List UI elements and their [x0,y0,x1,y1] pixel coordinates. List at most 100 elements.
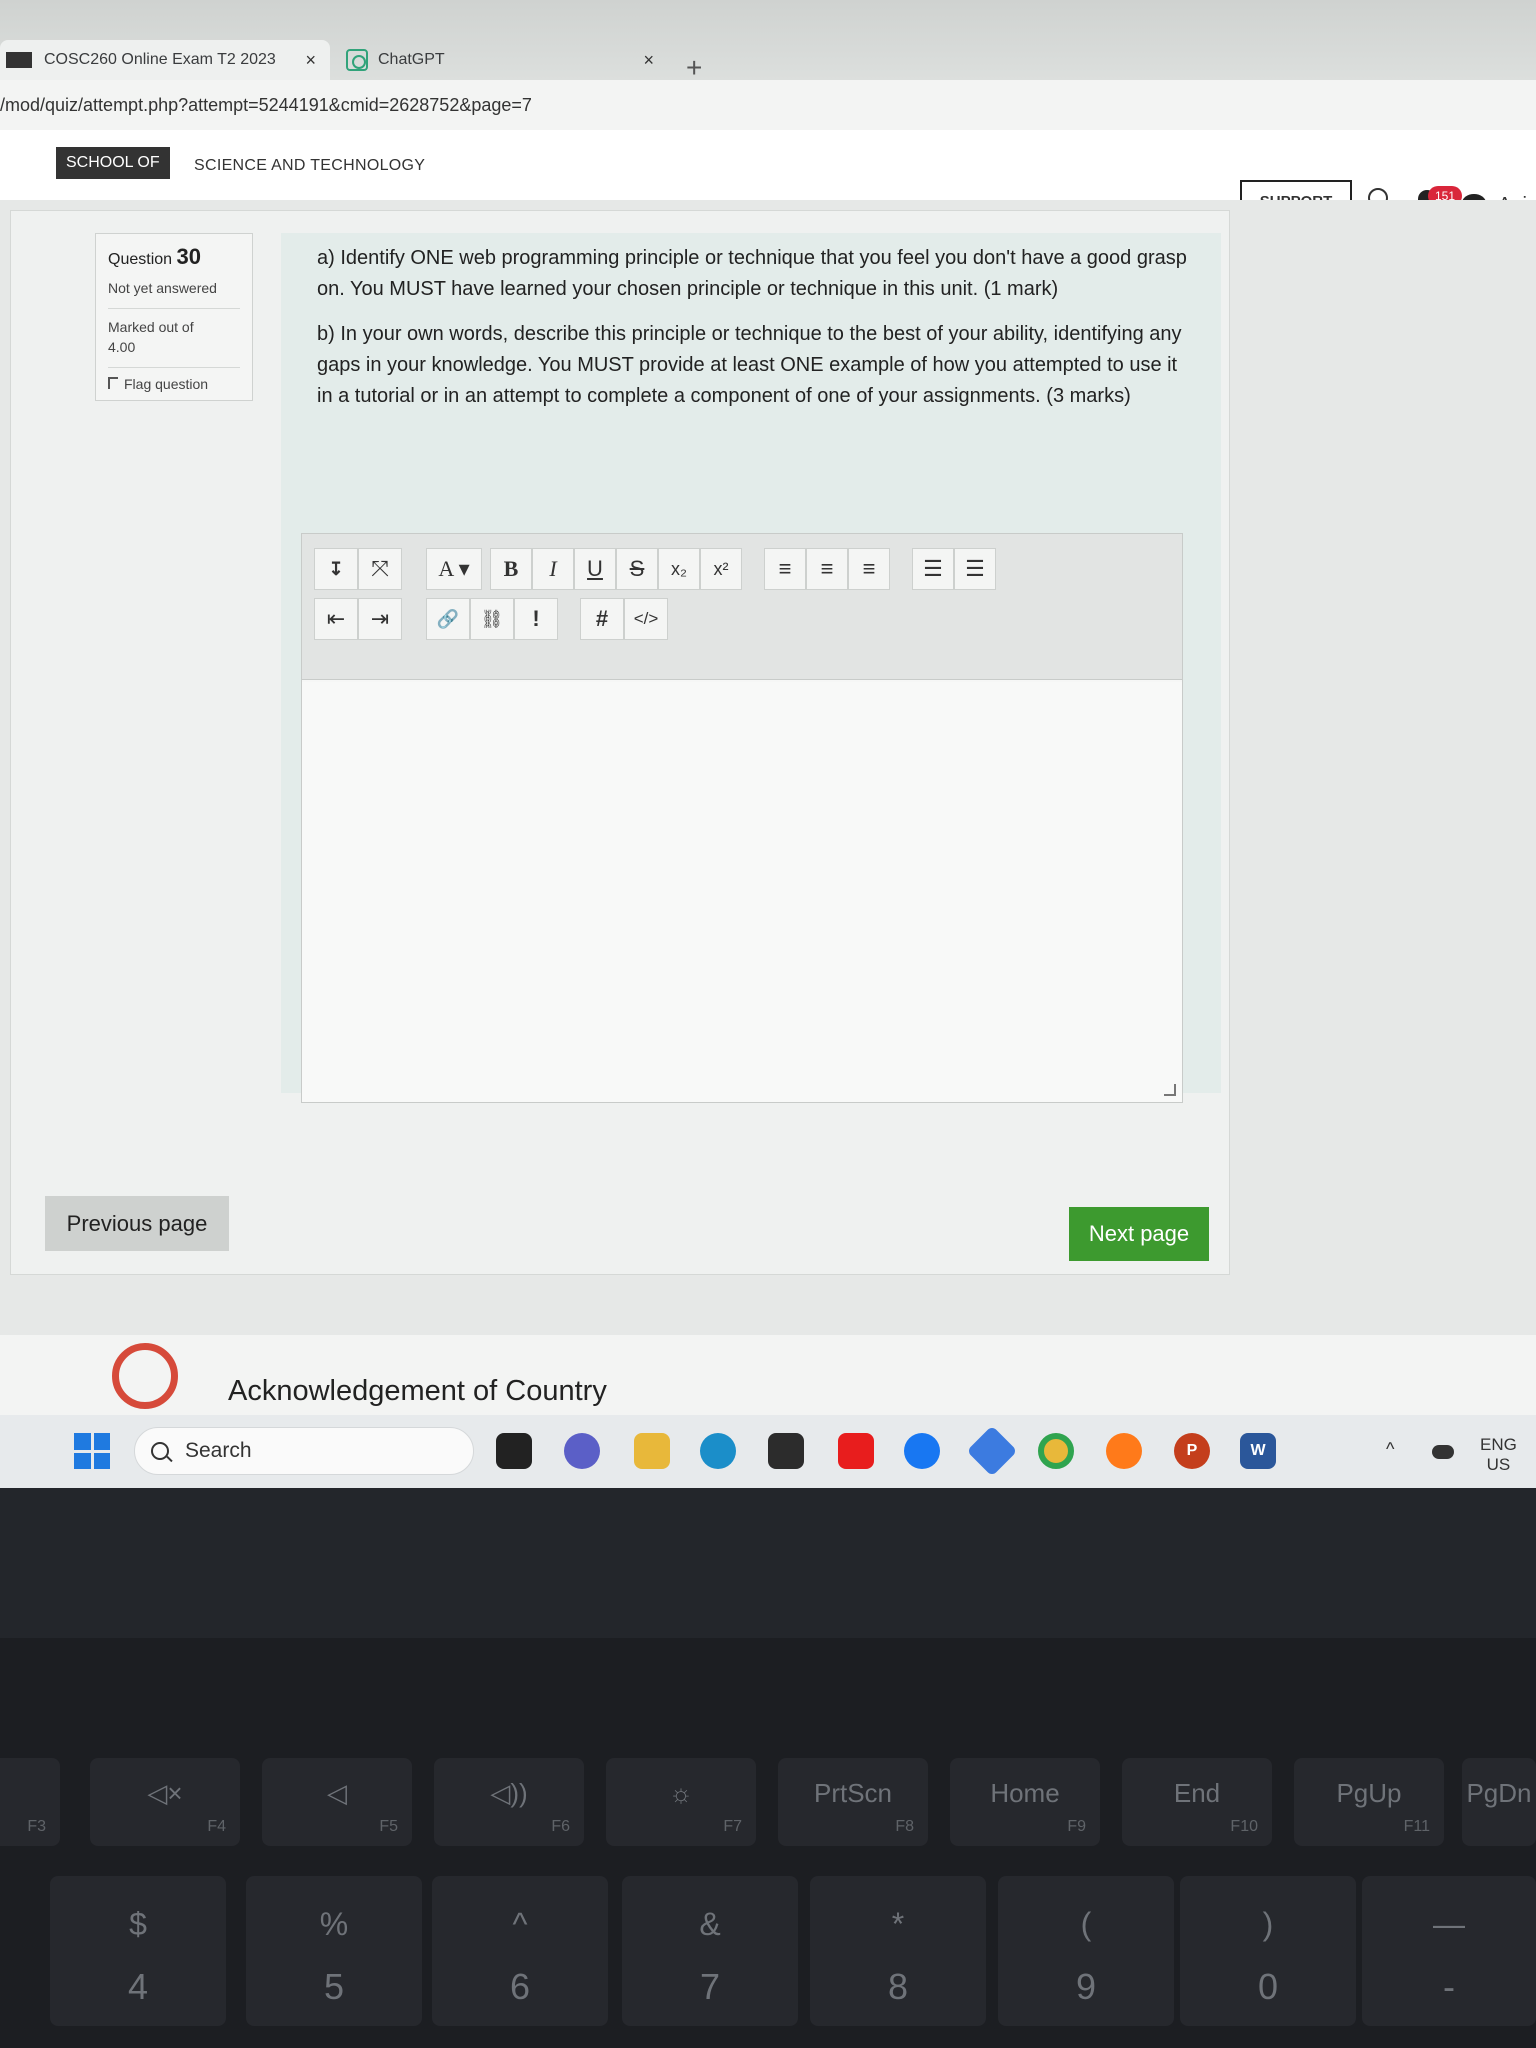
special-character-button[interactable]: ! [514,598,558,640]
align-left-button[interactable]: ≡ [764,548,806,590]
facebook-icon[interactable] [904,1433,940,1469]
indent-button[interactable]: ⇥ [358,598,402,640]
key-top: % [319,1906,349,1942]
url-text[interactable]: /mod/quiz/attempt.php?attempt=5244191&cm… [0,95,532,116]
question-label: Question [108,251,173,268]
chatgpt-favicon-icon [346,49,368,71]
edge-browser-icon[interactable] [700,1433,736,1469]
tab-chatgpt[interactable]: ChatGPT × [338,40,668,80]
key-top: * [891,1906,905,1942]
key-main: End [1173,1778,1221,1808]
photo-root: COSC260 Online Exam T2 2023 × ChatGPT × … [0,0,1536,2048]
chrome-icon[interactable] [1038,1433,1074,1469]
bold-button[interactable]: B [490,548,532,590]
school-badge[interactable]: SCHOOL OF [56,147,170,179]
italic-button[interactable]: I [532,548,574,590]
key-sub: F3 [27,1818,46,1835]
laptop-keyboard: F3 ◁× F4 ◁ F5 ◁)) F6 ☼ F7 PrtScn F8 Home F9 En… [0,1638,1536,2048]
firefox-icon[interactable] [1106,1433,1142,1469]
key-main: 9 [1075,1966,1097,2007]
outdent-button[interactable]: ⇤ [314,598,358,640]
key-5: % 5 [246,1876,422,2026]
windows-taskbar: Search P W ^ ENG US [0,1415,1536,1488]
key-main: PgDn [1466,1778,1532,1808]
site-favicon-icon [6,52,32,68]
key-sub: F9 [1067,1818,1086,1835]
align-right-button[interactable]: ≡ [848,548,890,590]
taskbar-search[interactable]: Search [134,1427,474,1475]
word-icon[interactable]: W [1240,1433,1276,1469]
html-source-button[interactable]: </> [624,598,668,640]
language-indicator[interactable]: ENG US [1480,1435,1517,1475]
question-content: a) Identify ONE web programming principl… [281,233,1221,1103]
tab-exam-label: COSC260 Online Exam T2 2023 [44,51,276,68]
flag-icon [108,377,118,389]
unordered-list-button[interactable]: ☰ [912,548,954,590]
question-state: Not yet answered [108,280,217,296]
key-f8: PrtScn F8 [778,1758,928,1846]
key-main: PgUp [1336,1778,1402,1808]
key-top: — [1433,1906,1465,1942]
flag-question-button[interactable]: Flag question [108,367,240,392]
link-button[interactable]: 🔗 [426,598,470,640]
tab-exam[interactable]: COSC260 Online Exam T2 2023 × [0,40,330,80]
language-code: ENG [1480,1435,1517,1454]
address-bar[interactable]: /mod/quiz/attempt.php?attempt=5244191&cm… [0,80,1536,130]
file-explorer-icon[interactable] [634,1433,670,1469]
resize-handle-icon[interactable] [1164,1084,1176,1096]
key-sub: F8 [895,1818,914,1835]
question-text: a) Identify ONE web programming principl… [317,243,1187,426]
key-f9: Home F9 [950,1758,1100,1846]
key-f10: End F10 [1122,1758,1272,1846]
collapse-toolbar-button[interactable]: ↧ [314,548,358,590]
ordered-list-button[interactable]: ☰ [954,548,996,590]
font-size-button[interactable]: A ▾ [426,548,482,590]
close-tab-icon[interactable]: × [643,50,654,71]
subscript-button[interactable]: x₂ [658,548,700,590]
task-view-icon[interactable] [496,1433,532,1469]
copilot-icon[interactable] [966,1425,1018,1477]
previous-page-button[interactable]: Previous page [45,1196,229,1251]
key-main: ◁)) [490,1778,528,1808]
next-page-button[interactable]: Next page [1069,1207,1209,1261]
taskbar-search-placeholder: Search [185,1439,252,1462]
start-button[interactable] [74,1433,110,1469]
question-number: Question 30 [108,244,240,270]
powerpoint-icon[interactable]: P [1174,1433,1210,1469]
key-main: 0 [1257,1966,1279,2007]
acknowledgement-heading[interactable]: Acknowledgement of Country [228,1375,607,1408]
youtube-icon[interactable] [838,1433,874,1469]
key-sub: F4 [207,1818,226,1835]
onedrive-cloud-icon[interactable] [1432,1445,1454,1459]
store-icon[interactable] [768,1433,804,1469]
underline-button[interactable]: U [574,548,616,590]
align-center-button[interactable]: ≡ [806,548,848,590]
system-tray-chevron-icon[interactable]: ^ [1386,1439,1394,1460]
teams-chat-icon[interactable] [564,1433,600,1469]
flag-question-label: Flag question [124,376,209,392]
key-0: ) 0 [1180,1876,1356,2026]
school-name[interactable]: SCIENCE AND TECHNOLOGY [194,157,425,175]
key-main: ◁ [327,1778,347,1808]
region-code: US [1486,1455,1511,1474]
unlink-button[interactable]: ⛓ [470,598,514,640]
key-6: ^ 6 [432,1876,608,2026]
fullscreen-button[interactable]: ⤧ [358,548,402,590]
key-f6: ◁)) F6 [434,1758,584,1846]
answer-text-area[interactable] [302,682,1182,1102]
key-main: 4 [127,1966,149,2007]
superscript-button[interactable]: x² [700,548,742,590]
key-main: 7 [699,1966,721,2007]
table-button[interactable]: # [580,598,624,640]
close-tab-icon[interactable]: × [305,50,316,71]
answer-editor: ↧ ⤧ A ▾ B I U S x₂ x² ≡ ≡ ≡ ☰ ☰ ⇤ ⇥ 🔗 ⛓ … [301,533,1183,1103]
question-part-b: b) In your own words, describe this prin… [317,323,1182,407]
key-sub: F5 [379,1818,398,1835]
key-top: ) [1262,1906,1274,1942]
laptop-bezel [0,1488,1536,1638]
strikethrough-button[interactable]: S [616,548,658,590]
key-main: ◁× [147,1778,183,1808]
key-top: & [699,1906,721,1942]
key-main: 6 [509,1966,531,2007]
tab-chatgpt-label: ChatGPT [378,51,445,68]
